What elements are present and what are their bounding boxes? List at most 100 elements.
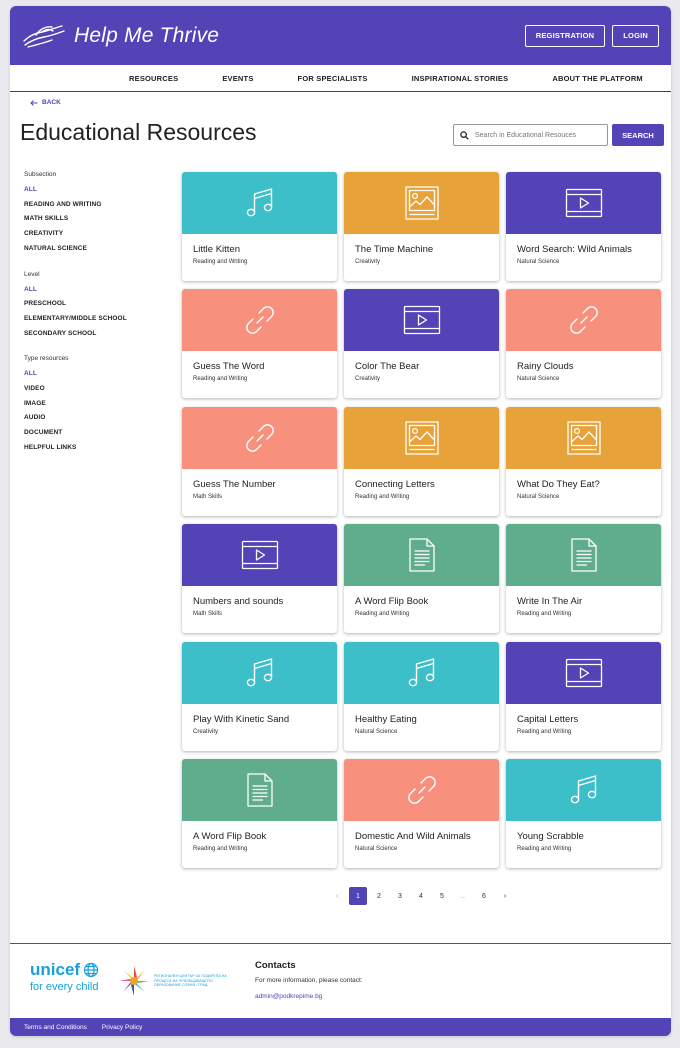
pagination-page-4[interactable]: 4: [412, 887, 430, 905]
resource-title: Guess The Word: [193, 361, 265, 373]
filter-option-natural-science[interactable]: NATURAL SCIENCE: [24, 242, 174, 257]
resource-thumbnail: [182, 406, 337, 469]
resource-card-body: Capital Letters Reading and Writing: [506, 704, 661, 735]
contacts-email-link[interactable]: admin@podkrepime.bg: [255, 993, 363, 1000]
resource-thumbnail: [506, 406, 661, 469]
resource-thumbnail: [344, 172, 499, 234]
resource-title: Connecting Letters: [355, 478, 435, 490]
resource-title: Numbers and sounds: [193, 596, 284, 608]
resource-thumbnail: [344, 524, 499, 587]
filters-sidebar: Subsection ALL READING AND WRITING MATH SKI…: [24, 171, 174, 470]
unicef-logo[interactable]: unicef for every child: [30, 960, 99, 993]
resource-category: Math Skills: [193, 493, 223, 500]
nav-resources[interactable]: RESOURCES: [129, 74, 178, 83]
pagination-page-3[interactable]: 3: [391, 887, 409, 905]
globe-icon: [83, 962, 99, 978]
video-icon: [565, 188, 603, 218]
search-input[interactable]: Search in Educational Resouces: [453, 124, 608, 146]
resource-card[interactable]: Capital Letters Reading and Writing: [506, 641, 661, 751]
video-icon: [241, 540, 279, 570]
resource-category: Creativity: [193, 728, 219, 735]
arrow-left-icon: [30, 99, 38, 106]
resource-card[interactable]: A Word Flip Book Reading and Writing: [344, 524, 499, 634]
pagination-next-button[interactable]: ›: [496, 887, 514, 905]
top-bar: Help Me Thrive REGISTRATION LOGIN: [10, 6, 671, 65]
filter-option-video[interactable]: VIDEO: [24, 382, 174, 397]
resource-card[interactable]: Connecting Letters Reading and Writing: [344, 406, 499, 516]
back-link[interactable]: BACK: [30, 99, 61, 106]
nav-inspirational-stories[interactable]: INSPIRATIONAL STORIES: [412, 74, 509, 83]
resource-card[interactable]: Guess The Word Reading and Writing: [182, 289, 337, 399]
resource-card[interactable]: A Word Flip Book Reading and Writing: [182, 758, 337, 868]
resource-card-body: Numbers and sounds Math Skills: [182, 586, 337, 617]
filter-option-preschool[interactable]: PRESCHOOL: [24, 297, 174, 312]
resource-card[interactable]: The Time Machine Creativity: [344, 172, 499, 281]
resource-category: Reading and Writing: [355, 493, 410, 500]
image-icon: [566, 420, 602, 456]
pagination-page-1[interactable]: 1: [349, 887, 367, 905]
resource-thumbnail: [506, 289, 661, 352]
resource-card[interactable]: Young Scrabble Reading and Writing: [506, 758, 661, 868]
resource-card-body: Write In The Air Reading and Writing: [506, 586, 661, 617]
resource-card-body: Domestic And Wild Animals Natural Science: [344, 821, 499, 852]
resource-category: Creativity: [355, 259, 381, 265]
music-note-icon: [407, 656, 437, 690]
filter-option-document[interactable]: DOCUMENT: [24, 426, 174, 441]
resource-card[interactable]: Little Kitten Reading and Writing: [182, 172, 337, 281]
image-icon: [404, 420, 440, 456]
resource-category: Natural Science: [355, 845, 398, 852]
filter-option-elementary-middle-school[interactable]: ELEMENTARY/MIDDLE SCHOOL: [24, 312, 174, 327]
video-icon: [403, 305, 441, 335]
resource-card[interactable]: Guess The Number Math Skills: [182, 406, 337, 516]
filter-option-creativity[interactable]: CREATIVITY: [24, 227, 174, 242]
resource-category: Reading and Writing: [193, 376, 248, 383]
filter-option-secondary-school[interactable]: SECONDARY SCHOOL: [24, 327, 174, 342]
resource-card[interactable]: Play With Kinetic Sand Creativity: [182, 641, 337, 751]
resource-card[interactable]: Rainy Clouds Natural Science: [506, 289, 661, 399]
filter-option-image[interactable]: IMAGE: [24, 397, 174, 412]
resource-category: Reading and Writing: [517, 611, 572, 618]
unicef-name: unicef: [30, 960, 81, 979]
filter-option-reading-and-writing[interactable]: READING AND WRITING: [24, 198, 174, 213]
resource-card-body: Color The Bear Creativity: [344, 351, 499, 382]
pagination: ‹ 1 2 3 4 5... 6 ›: [328, 887, 517, 905]
resource-card[interactable]: Domestic And Wild Animals Natural Science: [344, 758, 499, 868]
privacy-link[interactable]: Privacy Policy: [102, 1024, 142, 1031]
filter-group-title: Type resources: [24, 355, 69, 363]
filter-option-all[interactable]: ALL: [24, 283, 174, 298]
partner-logo[interactable]: РЕГИОНАЛЕН ЦЕНТЪР ЗА ПОДКРЕПА НА ПРОЦЕСА…: [118, 965, 232, 997]
nav-events[interactable]: EVENTS: [222, 74, 253, 83]
filter-option-all[interactable]: ALL: [24, 183, 174, 198]
nav-for-specialists[interactable]: FOR SPECIALISTS: [298, 74, 368, 83]
terms-link[interactable]: Terms and Conditions: [24, 1024, 87, 1031]
app-window: Help Me Thrive REGISTRATION LOGIN RESOUR…: [10, 6, 671, 1036]
resource-title: A Word Flip Book: [355, 596, 429, 608]
document-icon: [246, 772, 274, 808]
logo[interactable]: Help Me Thrive: [22, 23, 219, 49]
resource-card[interactable]: What Do They Eat? Natural Science: [506, 406, 661, 516]
resource-card-body: Guess The Number Math Skills: [182, 469, 337, 500]
pagination-prev-button[interactable]: ‹: [328, 887, 346, 905]
filter-option-math-skills[interactable]: MATH SKILLS: [24, 212, 174, 227]
pagination-page-5[interactable]: 5: [433, 887, 451, 905]
filter-option-all[interactable]: ALL: [24, 367, 174, 382]
resource-thumbnail: [344, 758, 499, 821]
video-icon: [565, 658, 603, 688]
filter-option-audio[interactable]: AUDIO: [24, 411, 174, 426]
resource-card[interactable]: Numbers and sounds Math Skills: [182, 524, 337, 634]
resource-card[interactable]: Write In The Air Reading and Writing: [506, 524, 661, 634]
registration-button[interactable]: REGISTRATION: [524, 24, 606, 47]
nav-about-the-platform[interactable]: ABOUT THE PLATFORM: [552, 74, 643, 83]
resource-card[interactable]: Healthy Eating Natural Science: [344, 641, 499, 751]
resource-category: Reading and Writing: [355, 611, 410, 618]
pagination-page-2[interactable]: 2: [370, 887, 388, 905]
resource-title: Word Search: Wild Animals: [517, 244, 632, 255]
pagination-ellipsis[interactable]: ...: [454, 887, 472, 905]
filter-option-helpful-links[interactable]: HELPFUL LINKS: [24, 441, 174, 456]
resource-card[interactable]: Word Search: Wild Animals Natural Science: [506, 172, 661, 281]
search-button[interactable]: SEARCH: [612, 124, 664, 146]
login-button[interactable]: LOGIN: [612, 24, 659, 47]
pagination-page-6[interactable]: 6: [475, 887, 493, 905]
resource-title: Write In The Air: [517, 596, 583, 608]
resource-card[interactable]: Color The Bear Creativity: [344, 289, 499, 399]
